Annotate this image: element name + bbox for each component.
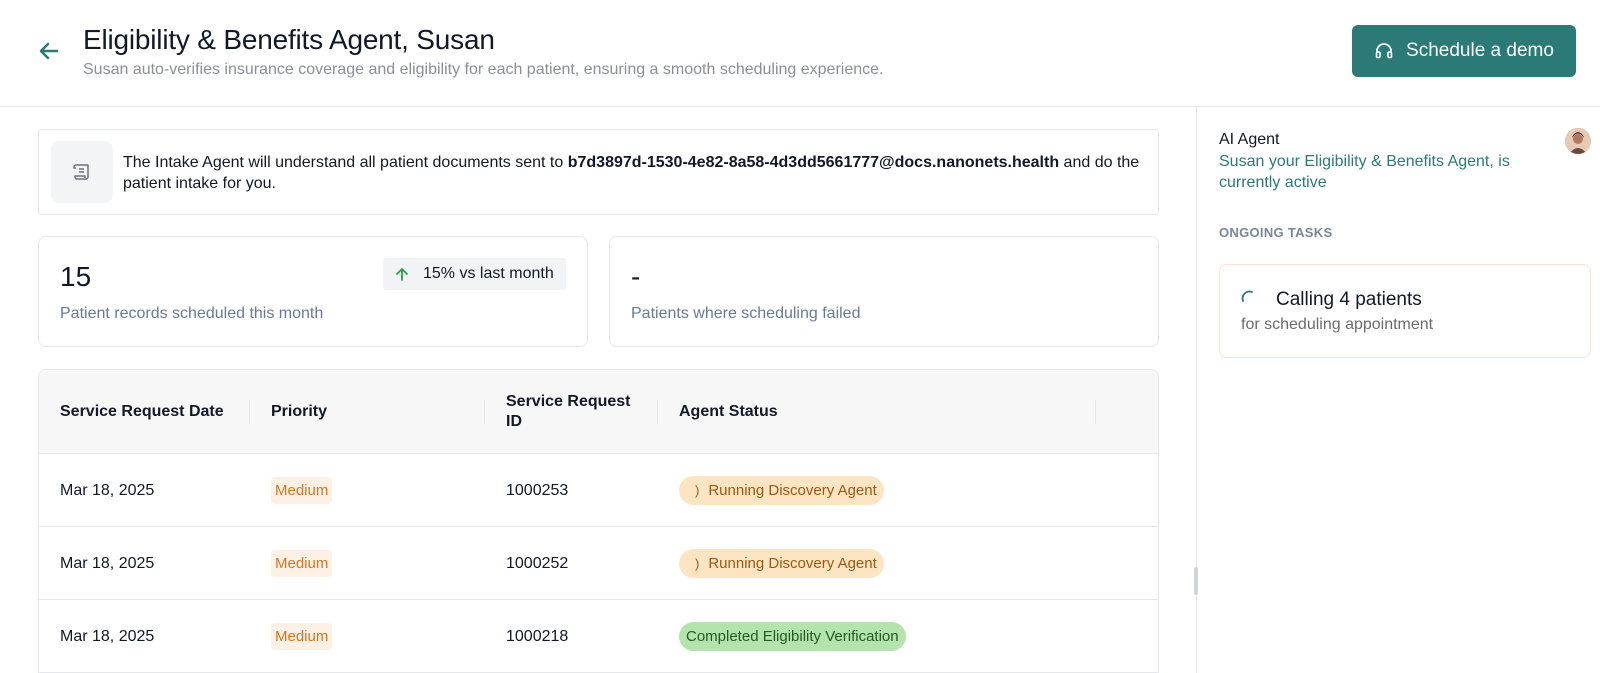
- agent-label: AI Agent: [1219, 131, 1280, 148]
- loading-spinner-icon: [1241, 290, 1253, 302]
- column-header-date[interactable]: Service Request Date: [60, 370, 240, 454]
- trend-badge: 15% vs last month: [383, 258, 566, 290]
- loading-spinner-icon: ): [695, 556, 700, 571]
- intake-email[interactable]: b7d3897d-1530-4e82-8a58-4d3dd5661777@doc…: [568, 154, 1059, 171]
- ongoing-tasks-title: ONGOING TASKS: [1219, 225, 1333, 240]
- intake-info-banner: The Intake Agent will understand all pat…: [38, 129, 1159, 215]
- stat-value: 15: [60, 261, 92, 292]
- arrow-up-icon: [396, 268, 408, 281]
- column-divider: [484, 400, 485, 424]
- page-title: Eligibility & Benefits Agent, Susan: [83, 24, 495, 55]
- column-divider: [1095, 400, 1096, 424]
- avatar[interactable]: [1565, 128, 1591, 154]
- main-content: The Intake Agent will understand all pat…: [0, 107, 1196, 673]
- status-badge: ) Running Discovery Agent: [679, 549, 884, 578]
- priority-badge: Medium: [271, 477, 333, 504]
- intake-info-text: The Intake Agent will understand all pat…: [123, 152, 1143, 194]
- task-subtitle: for scheduling appointment: [1241, 316, 1434, 333]
- table-header: Service Request Date Priority Service Re…: [39, 370, 1158, 454]
- column-header-agent-status[interactable]: Agent Status: [679, 370, 979, 454]
- arrow-left-icon: [39, 42, 59, 60]
- table-row[interactable]: Mar 18, 2025 Medium 1000252 ) Running Di…: [39, 527, 1158, 600]
- status-text: Completed Eligibility Verification: [686, 628, 899, 645]
- cell-request-id: 1000252: [506, 554, 569, 572]
- headset-icon: [1375, 43, 1393, 59]
- priority-badge: Medium: [271, 623, 333, 650]
- page-subtitle: Susan auto-verifies insurance coverage a…: [83, 61, 884, 78]
- cell-request-id: 1000253: [506, 481, 569, 499]
- stat-label: Patient records scheduled this month: [60, 305, 324, 322]
- status-badge: ) Running Discovery Agent: [679, 476, 884, 505]
- service-requests-table: Service Request Date Priority Service Re…: [38, 369, 1159, 673]
- info-text-before: The Intake Agent will understand all pat…: [123, 154, 568, 171]
- scroll-icon: [51, 141, 113, 203]
- priority-badge: Medium: [271, 550, 333, 577]
- column-divider: [249, 400, 250, 424]
- loading-spinner-icon: ): [695, 483, 700, 498]
- schedule-demo-label: Schedule a demo: [1406, 40, 1554, 61]
- cell-date: Mar 18, 2025: [60, 627, 155, 645]
- stat-label: Patients where scheduling failed: [631, 305, 861, 322]
- resize-handle[interactable]: [1194, 567, 1198, 595]
- back-button[interactable]: [36, 38, 62, 64]
- trend-text: 15% vs last month: [423, 265, 554, 282]
- column-header-priority[interactable]: Priority: [271, 370, 451, 454]
- agent-sidebar: AI Agent Susan your Eligibility & Benefi…: [1194, 107, 1600, 673]
- cell-date: Mar 18, 2025: [60, 481, 155, 499]
- status-text: Running Discovery Agent: [708, 555, 877, 572]
- column-header-request-id[interactable]: Service Request ID: [506, 370, 641, 454]
- stat-card-scheduled: 15 15% vs last month Patient records sch…: [38, 236, 588, 347]
- task-card[interactable]: Calling 4 patients for scheduling appoin…: [1219, 264, 1591, 358]
- cell-request-id: 1000218: [506, 627, 569, 645]
- column-divider: [657, 400, 658, 424]
- agent-status-text: Susan your Eligibility & Benefits Agent,…: [1219, 153, 1510, 191]
- table-row[interactable]: Mar 18, 2025 Medium 1000253 ) Running Di…: [39, 454, 1158, 527]
- cell-date: Mar 18, 2025: [60, 554, 155, 572]
- status-badge: Completed Eligibility Verification: [679, 622, 906, 651]
- schedule-demo-button[interactable]: Schedule a demo: [1352, 25, 1576, 77]
- page-header: Eligibility & Benefits Agent, Susan Susa…: [0, 0, 1600, 107]
- stat-card-failed: - Patients where scheduling failed: [609, 236, 1159, 347]
- status-text: Running Discovery Agent: [708, 482, 877, 499]
- task-title: Calling 4 patients: [1276, 289, 1422, 310]
- table-row[interactable]: Mar 18, 2025 Medium 1000218 Completed El…: [39, 600, 1158, 673]
- stat-value: -: [631, 261, 641, 292]
